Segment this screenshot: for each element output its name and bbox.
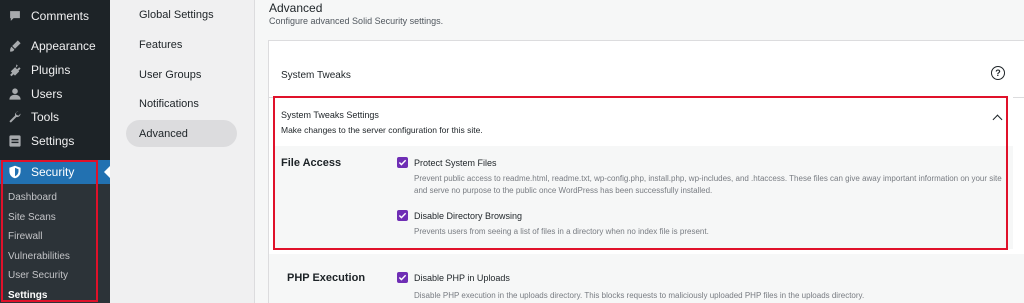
paintbrush-icon	[6, 38, 24, 54]
nav-user-groups[interactable]: User Groups	[126, 61, 237, 88]
settings-nav: Global Settings Features User Groups Not…	[110, 0, 254, 303]
php-execution-section: PHP Execution Disable PHP in Uploads Dis…	[269, 254, 1024, 303]
page-description: Configure advanced Solid Security settin…	[269, 16, 444, 26]
menu-users[interactable]: Users	[0, 82, 110, 106]
nav-global-settings[interactable]: Global Settings	[126, 1, 237, 28]
disable-php-uploads-help: Disable PHP execution in the uploads dir…	[414, 291, 865, 300]
settings-icon	[6, 133, 24, 149]
menu-appearance[interactable]: Appearance	[0, 34, 110, 58]
plug-icon	[6, 62, 24, 78]
menu-tools[interactable]: Tools	[0, 105, 110, 129]
highlight-box-system-tweaks	[273, 96, 1008, 250]
page-title: Advanced	[269, 1, 323, 15]
menu-users-label: Users	[31, 87, 63, 101]
menu-settings[interactable]: Settings	[0, 129, 110, 153]
highlight-box-security-menu	[1, 160, 98, 302]
menu-plugins-label: Plugins	[31, 63, 71, 77]
disable-php-uploads-option[interactable]: Disable PHP in Uploads	[397, 272, 510, 283]
user-icon	[6, 86, 24, 102]
menu-comments[interactable]: Comments	[0, 4, 110, 28]
nav-advanced[interactable]: Advanced	[126, 120, 237, 147]
wp-admin-sidebar: Comments Appearance Plugins Users Tools …	[0, 0, 110, 303]
disable-php-uploads-label: Disable PHP in Uploads	[414, 272, 510, 283]
help-circle-icon[interactable]: ?	[991, 66, 1005, 80]
menu-comments-label: Comments	[31, 9, 90, 23]
php-execution-label: PHP Execution	[287, 272, 366, 284]
card-title: System Tweaks	[281, 70, 351, 81]
disable-php-uploads-checkbox[interactable]	[397, 272, 408, 283]
nav-features[interactable]: Features	[126, 31, 237, 58]
card-header: System Tweaks ?	[269, 41, 1024, 97]
menu-appearance-label: Appearance	[31, 39, 96, 53]
menu-settings-label: Settings	[31, 134, 75, 148]
menu-plugins[interactable]: Plugins	[0, 58, 110, 82]
comment-icon	[6, 8, 24, 24]
nav-notifications[interactable]: Notifications	[126, 90, 237, 117]
wrench-icon	[6, 109, 24, 125]
menu-tools-label: Tools	[31, 110, 60, 124]
